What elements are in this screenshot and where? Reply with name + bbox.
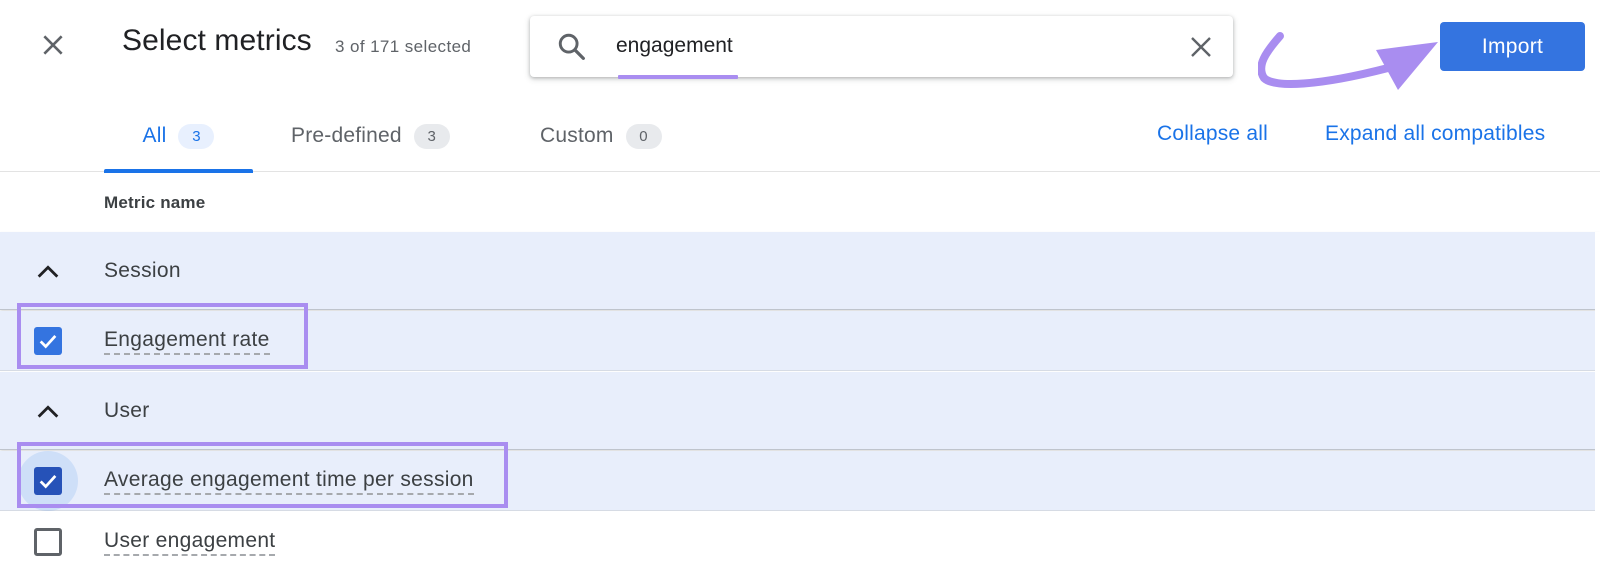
metric-row-engagement-rate: Engagement rate [0,311,1600,371]
metric-checkbox[interactable] [34,527,62,556]
expand-all-compatibles-button[interactable]: Expand all compatibles [1325,122,1545,146]
tab-label: Custom [540,124,614,147]
search-icon [558,33,585,60]
metric-label[interactable]: Engagement rate [104,327,270,355]
tab-label: Pre-defined [291,124,402,147]
check-icon [39,474,57,488]
selection-count: 3 of 171 selected [335,37,472,56]
close-icon [1191,37,1211,57]
close-dialog-button[interactable] [34,26,72,64]
search-box [530,16,1233,79]
active-tab-indicator [104,169,253,173]
tab-custom[interactable]: Custom 0 [540,100,662,172]
list-right-edge [1595,232,1600,568]
search-input[interactable] [616,30,1136,62]
clear-search-button[interactable] [1184,30,1218,64]
dialog-title: Select metrics [122,24,312,57]
search-term-highlight [618,75,738,79]
metric-row-average-engagement-time: Average engagement time per session [0,450,1600,511]
check-icon [39,334,57,348]
tab-label: All [142,124,167,147]
metric-row-user-engagement: User engagement [0,512,1600,568]
chevron-up-icon[interactable] [34,398,62,426]
group-label: User [104,398,150,422]
column-header-metric-name: Metric name [104,193,206,212]
group-row-user[interactable]: User [0,372,1600,450]
dialog-header: Select metrics 3 of 171 selected Import [0,0,1600,100]
metric-label[interactable]: Average engagement time per session [104,467,474,495]
metric-label[interactable]: User engagement [104,528,276,556]
tab-count-badge: 3 [413,123,450,149]
tab-all[interactable]: All 3 [104,100,253,173]
annotation-arrow-icon [1258,32,1438,90]
tab-count-badge: 3 [178,123,215,149]
tab-pre-defined[interactable]: Pre-defined 3 [291,100,450,172]
group-label: Session [104,258,181,282]
collapse-all-button[interactable]: Collapse all [1157,122,1268,146]
close-icon [43,35,63,55]
group-row-session[interactable]: Session [0,232,1600,310]
metric-checkbox[interactable] [34,326,62,355]
metric-checkbox[interactable] [34,466,62,495]
tab-count-badge: 0 [625,123,662,149]
chevron-up-icon[interactable] [34,258,62,286]
import-button[interactable]: Import [1440,22,1585,71]
